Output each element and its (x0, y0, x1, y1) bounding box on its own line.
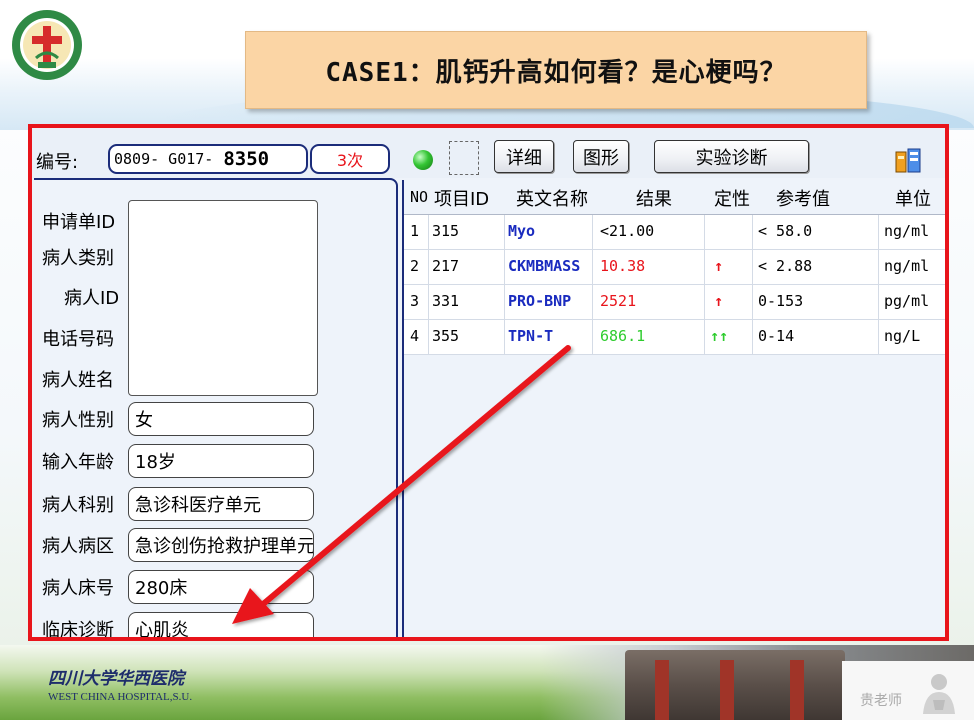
result-row[interactable]: 2 217 CKMBMASS 10.38 ↑ < 2.88 ng/ml (404, 250, 945, 285)
request-info-box[interactable] (128, 200, 318, 396)
results-grid-header: NO 项目ID 英文名称 结果 定性 参考值 单位 (404, 180, 945, 215)
slide-title: CASE1：肌钙升高如何看？是心梗吗？ (325, 57, 787, 88)
cell-item-id: 217 (432, 257, 460, 275)
green-led-icon (413, 150, 433, 170)
result-row[interactable]: 1 315 Myo <21.00 < 58.0 ng/ml (404, 215, 945, 250)
lis-screenshot-frame: 编号: 0809- G017- 8350 3次 详细 图形 实验诊断 申请单ID… (28, 124, 949, 641)
col-header-english-name: 英文名称 (516, 189, 588, 210)
cell-item-id: 315 (432, 222, 460, 240)
cell-result: 10.38 (600, 257, 646, 275)
result-row[interactable]: 4 355 TPN-T 686.1 ↑↑ 0-14 ng/L (404, 320, 945, 355)
col-header-item-id: 项目ID (434, 189, 490, 210)
cell-item-id: 331 (432, 292, 460, 310)
cell-unit: ng/ml (884, 222, 930, 240)
ward-field[interactable]: 急诊创伤抢救护理单元 (128, 528, 314, 562)
result-row[interactable]: 3 331 PRO-BNP 2521 ↑ 0-153 pg/ml (404, 285, 945, 320)
cell-no: 2 (410, 257, 420, 275)
field-label-bed: 病人床号 (42, 578, 114, 599)
slide-title-box: CASE1：肌钙升高如何看？是心梗吗？ (245, 31, 867, 109)
column-divider (592, 215, 593, 355)
col-header-result: 结果 (636, 189, 672, 210)
detail-button[interactable]: 详细 (494, 140, 554, 173)
field-label-department: 病人科别 (42, 495, 114, 516)
cell-no: 3 (410, 292, 420, 310)
field-label-name: 病人姓名 (42, 370, 114, 391)
cell-result: 2521 (600, 292, 637, 310)
sample-id-number: 8350 (223, 148, 270, 170)
id-label: 编号: (36, 152, 79, 173)
field-label-ward: 病人病区 (42, 536, 114, 557)
cell-name: PRO-BNP (508, 292, 572, 310)
hospital-seal-icon (12, 10, 82, 80)
col-header-unit: 单位 (895, 189, 931, 210)
graph-button[interactable]: 图形 (573, 140, 629, 173)
column-divider (504, 215, 505, 355)
cell-no: 4 (410, 327, 420, 345)
cell-reference: 0-14 (758, 327, 795, 345)
cell-name: CKMBMASS (508, 257, 581, 275)
cell-flag: ↑↑ (710, 327, 729, 345)
results-grid: NO 项目ID 英文名称 结果 定性 参考值 单位 1 315 Myo <21.… (402, 180, 945, 637)
cell-no: 1 (410, 222, 420, 240)
cell-reference: < 58.0 (758, 222, 813, 240)
cell-name: Myo (508, 222, 536, 240)
cell-result: <21.00 (600, 222, 655, 240)
cell-unit: ng/ml (884, 257, 930, 275)
cell-name: TPN-T (508, 327, 554, 345)
toolbox-icon[interactable] (894, 146, 922, 174)
lab-diagnosis-button[interactable]: 实验诊断 (654, 140, 809, 173)
visit-count-badge: 3次 (310, 144, 390, 174)
sample-id-field[interactable]: 0809- G017- 8350 (108, 144, 308, 174)
department-field[interactable]: 急诊科医疗单元 (128, 487, 314, 521)
column-divider (752, 215, 753, 355)
bed-field[interactable]: 280床 (128, 570, 314, 604)
cell-unit: ng/L (884, 327, 921, 345)
col-header-qualitative: 定性 (714, 189, 750, 210)
placeholder-box (449, 141, 479, 175)
gate-pillar (720, 660, 734, 720)
field-label-sex: 病人性别 (42, 410, 114, 431)
cell-item-id: 355 (432, 327, 460, 345)
cell-unit: pg/ml (884, 292, 930, 310)
gate-pillar (790, 660, 804, 720)
field-label-patient-type: 病人类别 (42, 248, 114, 269)
field-label-age: 输入年龄 (42, 452, 114, 473)
teacher-avatar-icon (923, 674, 955, 714)
cell-flag: ↑ (714, 292, 724, 310)
column-divider (428, 215, 429, 355)
lis-toolbar: 编号: 0809- G017- 8350 3次 详细 图形 实验诊断 (32, 128, 945, 178)
field-label-patient-id: 病人ID (64, 288, 120, 309)
cell-result: 686.1 (600, 327, 646, 345)
cell-flag: ↑ (714, 257, 724, 275)
column-divider (878, 215, 879, 355)
teacher-watermark: 贵老师 (860, 693, 902, 709)
sex-field[interactable]: 女 (128, 402, 314, 436)
field-label-request-id: 申请单ID (42, 212, 116, 233)
cell-reference: < 2.88 (758, 257, 813, 275)
col-header-reference: 参考值 (776, 189, 830, 210)
field-label-diagnosis: 临床诊断 (42, 620, 114, 641)
gate-pillar (655, 660, 669, 720)
patient-info-panel: 申请单ID 病人类别 病人ID 电话号码 病人姓名 病人性别 女 输入年龄 18… (34, 178, 398, 641)
footer-hospital-name-cn: 四川大学华西医院 (48, 669, 184, 689)
sample-id-prefix: 0809- G017- (114, 150, 214, 168)
column-divider (704, 215, 705, 355)
field-label-phone: 电话号码 (42, 329, 114, 350)
age-field[interactable]: 18岁 (128, 444, 314, 478)
footer-hospital-name-en: WEST CHINA HOSPITAL,S.U. (48, 691, 193, 703)
diagnosis-field[interactable]: 心肌炎 (128, 612, 314, 637)
col-header-no: NO (410, 188, 429, 206)
cell-reference: 0-153 (758, 292, 804, 310)
